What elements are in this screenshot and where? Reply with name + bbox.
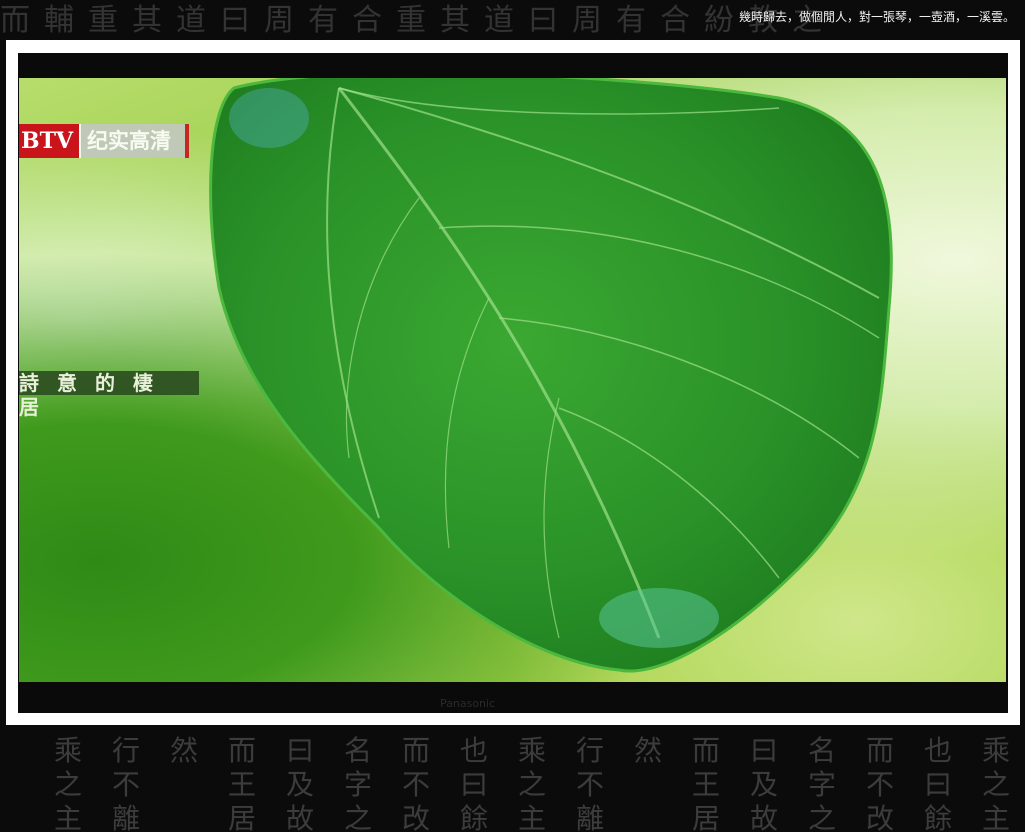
calligraphy-column: 然 (169, 734, 198, 767)
calligraphy-column: 乘之主 (53, 734, 82, 832)
tv-brand: Panasonic (440, 697, 496, 710)
btv-logo: BTV (19, 124, 80, 158)
calligraphy-column: 而不改 (401, 734, 430, 832)
calligraphy-column: 而王居 (227, 734, 256, 832)
calligraphy-column: 行不離 (575, 734, 604, 832)
channel-logo: BTV 纪实高清 (19, 124, 190, 158)
poem-caption: 幾時歸去，做個閒人，對一張琴，一壺酒，一溪雲。 (738, 10, 1015, 24)
calligraphy-column: 也曰餘 (459, 734, 488, 832)
calligraphy-column: 而王居 (691, 734, 720, 832)
calligraphy-column: 曰及故 (285, 734, 314, 832)
calligraphy-column: 然 (633, 734, 662, 767)
calligraphy-column: 也曰餘 (923, 734, 952, 832)
program-title: 詩意的棲居 (19, 371, 199, 419)
calligraphy-column: 名字之 (343, 734, 372, 832)
calligraphy-column: 名字之 (807, 734, 836, 832)
calligraphy-column: 曰及故 (749, 734, 778, 832)
calligraphy-column: 乘之主 (981, 734, 1010, 832)
calligraphy-column: 而不改 (865, 734, 894, 832)
bottom-calligraphy: 乘之主行不離然而王居曰及故名字之而不改也曰餘乘之主行不離然而王居曰及故名字之而不… (0, 728, 1025, 832)
calligraphy-column: 行不離 (111, 734, 140, 832)
channel-name: 纪实高清 (79, 124, 190, 158)
calligraphy-column: 乘之主 (517, 734, 546, 832)
